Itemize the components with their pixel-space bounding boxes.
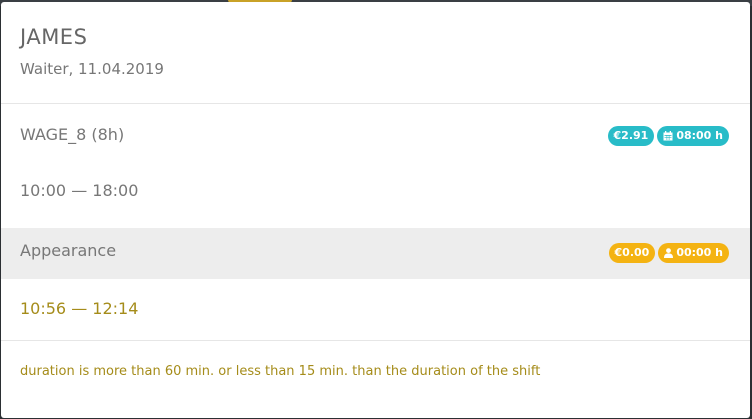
modal-header: JAMES Waiter, 11.04.2019 [1, 2, 750, 104]
appearance-amount-badge: €0.00 [608, 243, 656, 263]
appearance-badges: €0.00 00:00 h [608, 243, 729, 263]
wage-section: WAGE_8 (8h) €2.91 08:00 h 10:00 — 18:00 [1, 104, 750, 228]
appearance-hours-badge: 00:00 h [658, 243, 729, 263]
appearance-body: 10:56 — 12:14 [1, 279, 750, 341]
user-icon [664, 248, 674, 258]
wage-amount-badge: €2.91 [607, 126, 655, 146]
employee-name: JAMES [20, 25, 88, 49]
appearance-hours-label: 00:00 h [676, 246, 723, 259]
appearance-time-range: 10:56 — 12:14 [20, 299, 139, 318]
wage-hours-label: 08:00 h [676, 129, 723, 142]
wage-time-range: 10:00 — 18:00 [20, 181, 139, 200]
wage-amount-label: €2.91 [613, 129, 649, 142]
appearance-header: Appearance €0.00 00:00 h [1, 228, 750, 279]
wage-badges: €2.91 08:00 h [607, 126, 729, 146]
duration-warning: duration is more than 60 min. or less th… [20, 364, 541, 379]
appearance-amount-label: €0.00 [614, 246, 650, 259]
wage-hours-badge: 08:00 h [657, 126, 729, 146]
shift-details-modal: JAMES Waiter, 11.04.2019 WAGE_8 (8h) €2.… [1, 2, 750, 418]
employee-subtitle: Waiter, 11.04.2019 [20, 60, 164, 78]
calendar-icon [663, 131, 673, 141]
